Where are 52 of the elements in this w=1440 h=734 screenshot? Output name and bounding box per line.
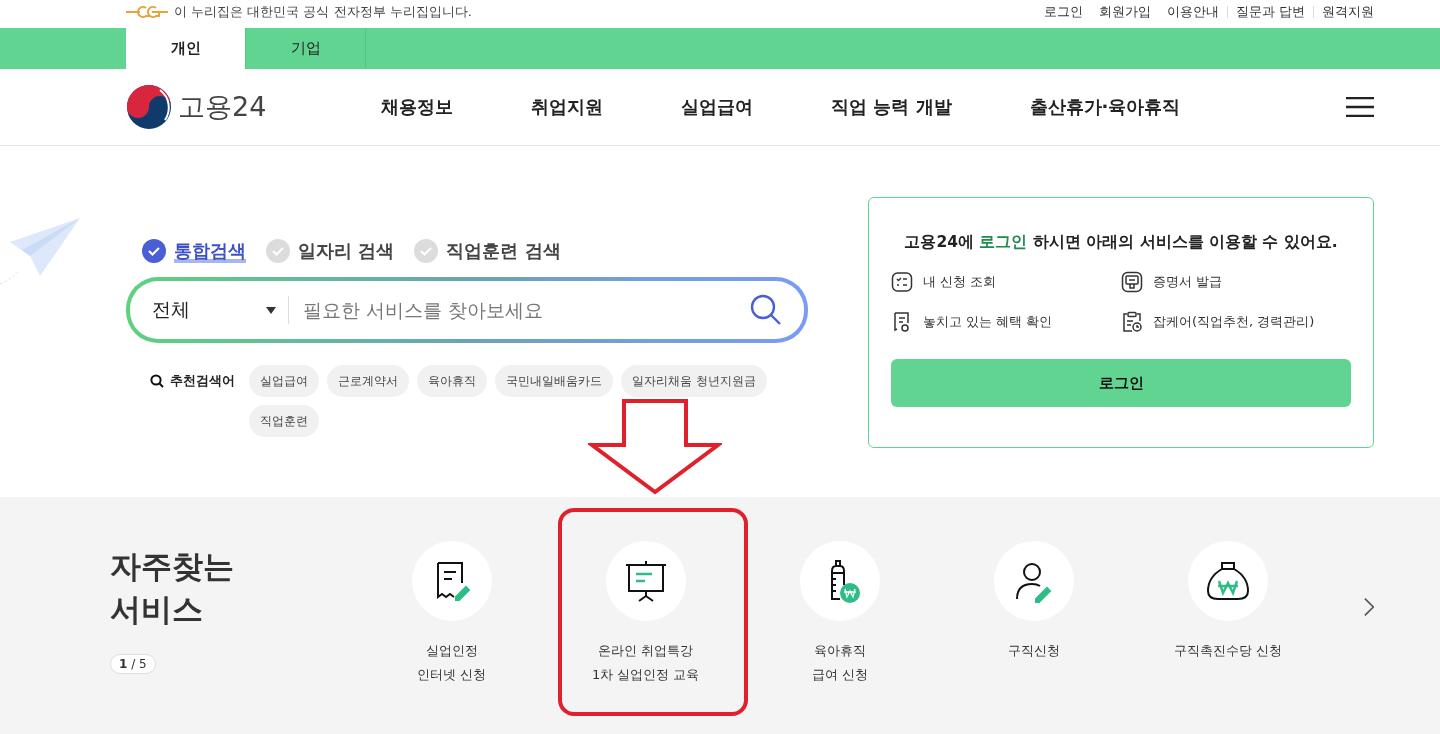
service-label[interactable]: 육아휴직 급여 신청 xyxy=(811,639,868,687)
clipboard-icon xyxy=(1121,311,1143,333)
search-icon[interactable] xyxy=(750,294,782,326)
notice-text: 이 누리집은 대한민국 공식 전자정부 누리집입니다. xyxy=(174,3,472,21)
audience-tab[interactable]: 기업 xyxy=(246,28,366,69)
top-link[interactable]: 원격지원 xyxy=(1322,3,1374,21)
checklist-icon xyxy=(891,271,913,293)
check-circle-icon xyxy=(414,239,439,263)
logo-text: 고용24 xyxy=(178,90,267,124)
service-label[interactable]: 구직촉진수당 신청 xyxy=(1173,639,1282,663)
service-link[interactable]: 내 신청 조회 xyxy=(923,273,997,291)
nav-link[interactable]: 채용정보 xyxy=(381,95,453,119)
page-indicator: 1 / 5 xyxy=(110,653,156,674)
keyword-chip[interactable]: 직업훈련 xyxy=(249,405,319,437)
keyword-chip[interactable]: 국민내일배움카드 xyxy=(495,365,613,397)
keyword-chip[interactable]: 육아휴직 xyxy=(417,365,487,397)
service-link[interactable]: 놓치고 있는 혜택 확인 xyxy=(923,313,1053,331)
keyword-chip[interactable]: 근로계약서 xyxy=(327,365,409,397)
top-link[interactable]: 이용안내 xyxy=(1166,3,1219,21)
keyword-chip[interactable]: 실업급여 xyxy=(249,365,319,397)
search-tab[interactable]: 일자리 검색 xyxy=(266,239,395,263)
nav-link[interactable]: 출산휴가·육아휴직 xyxy=(1029,95,1181,119)
check-circle-icon xyxy=(266,239,290,263)
top-link[interactable]: 회원가입 xyxy=(1098,3,1151,21)
presentation-icon xyxy=(623,559,668,603)
audience-tab[interactable]: 개인 xyxy=(126,28,246,69)
category-select[interactable]: 전체 xyxy=(152,297,276,323)
search-icon xyxy=(150,374,164,388)
top-link[interactable]: 질문과 답변 xyxy=(1235,3,1305,21)
service-link[interactable]: 잡케어(직업추천, 경력관리) xyxy=(1153,313,1315,331)
service-link[interactable]: 증명서 발급 xyxy=(1153,273,1223,291)
service-label[interactable]: 온라인 취업특강 1차 실업인정 교육 xyxy=(591,639,700,687)
check-circle-icon xyxy=(142,239,166,263)
money-bag-icon xyxy=(1205,559,1250,603)
search-tab[interactable]: 직업훈련 검색 xyxy=(414,239,561,263)
taegeuk-logo-icon xyxy=(126,84,172,130)
nav-link[interactable]: 직업 능력 개발 xyxy=(831,95,952,119)
nav-link[interactable]: 취업지원 xyxy=(531,95,603,119)
certificate-icon xyxy=(1121,271,1143,293)
eg-logo-icon xyxy=(126,5,168,19)
login-prompt: 고용24에 로그인 하시면 아래의 서비스를 이용할 수 있어요. xyxy=(903,232,1339,253)
service-label[interactable]: 실업인정 인터넷 신청 xyxy=(417,639,487,687)
service-label[interactable]: 구직신청 xyxy=(1007,639,1060,663)
nav-link[interactable]: 실업급여 xyxy=(681,95,753,119)
caret-icon xyxy=(266,306,276,314)
keyword-chip[interactable]: 일자리채움 청년지원금 xyxy=(621,365,767,397)
recommended-label: 추천검색어 xyxy=(170,372,235,390)
top-link[interactable]: 로그인 xyxy=(1043,3,1083,21)
menu-icon[interactable] xyxy=(1346,97,1374,117)
login-button[interactable]: 로그인 xyxy=(891,359,1351,407)
search-tab[interactable]: 통합검색 xyxy=(142,239,246,263)
section-title: 자주찾는 서비스 xyxy=(110,547,235,630)
